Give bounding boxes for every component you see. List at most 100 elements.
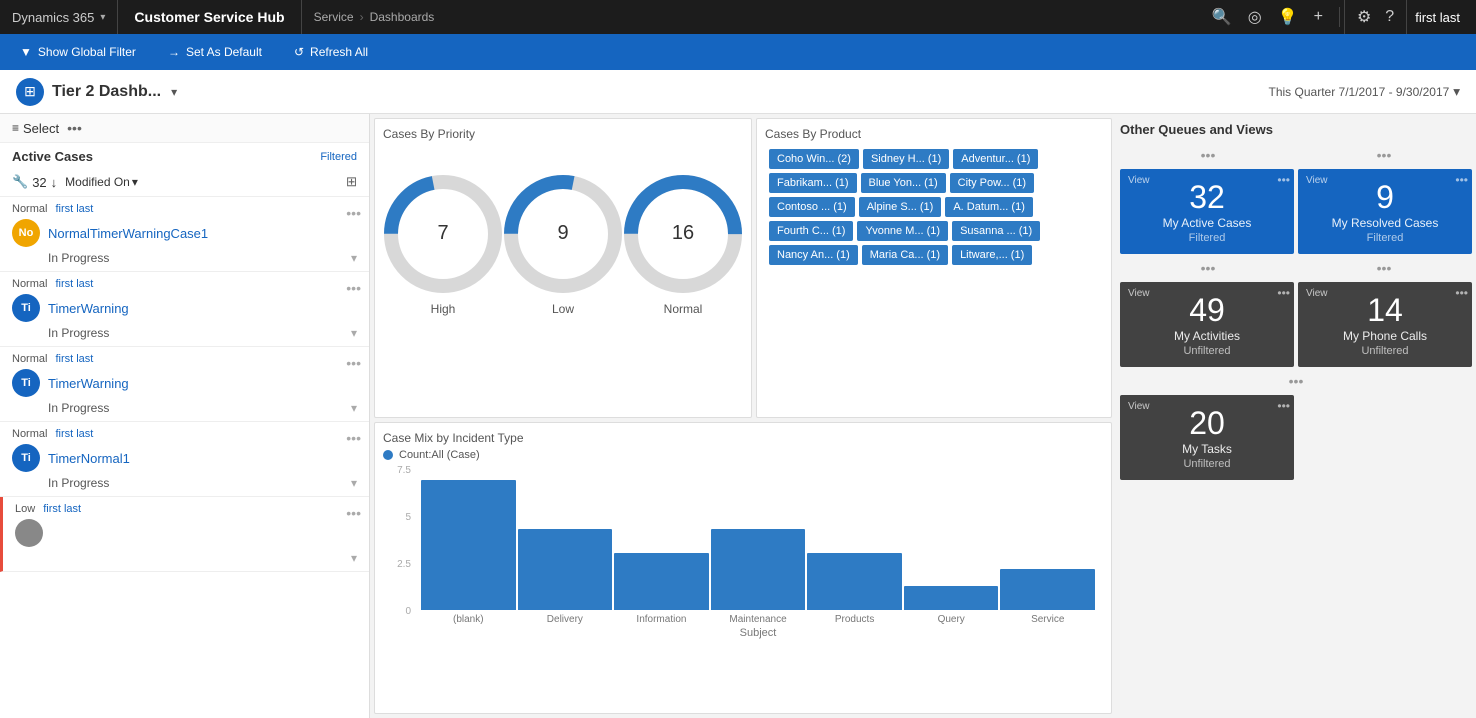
nav-icon-area: 🔍 ◎ 💡 + <box>1200 5 1335 29</box>
case-name[interactable]: TimerWarning <box>48 301 129 316</box>
user-name[interactable]: first last <box>1406 0 1468 34</box>
sort-button[interactable]: Modified On ▾ <box>65 175 138 189</box>
panel-more-button[interactable]: ••• <box>67 120 82 136</box>
product-bubble[interactable]: Fabrikam... (1) <box>769 173 857 193</box>
dots-left-2[interactable]: ••• <box>1201 260 1216 276</box>
case-item[interactable]: Normal first last ••• Ti TimerWarning In… <box>0 272 369 347</box>
dashboard-dropdown-button[interactable]: ▾ <box>169 83 179 101</box>
bar[interactable] <box>614 553 709 610</box>
product-bubble[interactable]: Nancy An... (1) <box>769 245 858 265</box>
queue-card-my-tasks[interactable]: View ••• 20 My Tasks Unfiltered <box>1120 395 1294 480</box>
product-row: Nancy An... (1)Maria Ca... (1)Litware,..… <box>769 245 1099 265</box>
product-bubble[interactable]: Contoso ... (1) <box>769 197 855 217</box>
product-bubble[interactable]: Fourth C... (1) <box>769 221 853 241</box>
case-status: In Progress <box>48 326 109 340</box>
card-more-button[interactable]: ••• <box>1455 286 1468 300</box>
panel-toolbar: ≡ Select ••• <box>0 114 369 143</box>
select-button[interactable]: ≡ Select <box>12 121 59 136</box>
search-button[interactable]: 🔍 <box>1208 5 1236 29</box>
case-avatar: Ti <box>12 294 40 322</box>
nav-button[interactable]: ◎ <box>1244 5 1266 29</box>
case-status-row: In Progress ▾ <box>12 326 357 340</box>
toolbar: ▼ Show Global Filter → Set As Default ↺ … <box>0 34 1476 70</box>
product-bubble[interactable]: Yvonne M... (1) <box>857 221 948 241</box>
bar[interactable] <box>711 529 806 610</box>
breadcrumb-dashboards[interactable]: Dashboards <box>370 10 435 24</box>
bar-x-label: Products <box>835 614 874 625</box>
bar[interactable] <box>421 480 516 610</box>
product-bubble[interactable]: City Pow... (1) <box>950 173 1034 193</box>
bar[interactable] <box>518 529 613 610</box>
brand-area[interactable]: Dynamics 365 ▾ <box>8 0 118 34</box>
bar-chart-area: (blank) Delivery Information Maintenance… <box>413 465 1103 625</box>
case-expand-button[interactable]: ▾ <box>351 401 357 415</box>
bar[interactable] <box>807 553 902 610</box>
refresh-all-button[interactable]: ↺ Refresh All <box>286 41 376 63</box>
date-caret-button[interactable]: ▾ <box>1453 84 1460 100</box>
dots-left[interactable]: ••• <box>1201 147 1216 163</box>
lightbulb-button[interactable]: 💡 <box>1274 5 1302 29</box>
dots-left-3[interactable]: ••• <box>1289 373 1304 389</box>
grid-view-button[interactable]: ⊞ <box>346 174 357 190</box>
card-more-button[interactable]: ••• <box>1455 173 1468 187</box>
breadcrumb-service[interactable]: Service <box>314 10 354 24</box>
card-number: 9 <box>1310 179 1460 216</box>
queue-card-my-phone-calls[interactable]: View ••• 14 My Phone Calls Unfiltered <box>1298 282 1472 367</box>
bar[interactable] <box>1000 569 1095 610</box>
product-bubble[interactable]: A. Datum... (1) <box>945 197 1033 217</box>
case-expand-button[interactable]: ▾ <box>351 551 357 565</box>
case-item[interactable]: Normal first last ••• Ti TimerNormal1 In… <box>0 422 369 497</box>
top-navigation: Dynamics 365 ▾ Customer Service Hub Serv… <box>0 0 1476 34</box>
product-bubble[interactable]: Coho Win... (2) <box>769 149 859 169</box>
dots-right-2[interactable]: ••• <box>1377 260 1392 276</box>
priority-chart-card: Cases By Priority 7 High 9 Low 16 <box>374 118 752 418</box>
product-bubble[interactable]: Adventur... (1) <box>953 149 1038 169</box>
bar-x-label: Query <box>938 614 965 625</box>
active-cases-header: Active Cases Filtered <box>0 143 369 170</box>
product-bubble[interactable]: Litware,... (1) <box>952 245 1032 265</box>
card-more-button[interactable]: ••• <box>1277 399 1290 413</box>
dots-right[interactable]: ••• <box>1377 147 1392 163</box>
case-more-button[interactable]: ••• <box>346 280 361 296</box>
case-item[interactable]: Normal first last ••• Ti TimerWarning In… <box>0 347 369 422</box>
product-bubble[interactable]: Susanna ... (1) <box>952 221 1040 241</box>
case-name[interactable]: TimerWarning <box>48 376 129 391</box>
filter-icon: ▼ <box>20 45 32 59</box>
queue-card-my-resolved-cases[interactable]: View ••• 9 My Resolved Cases Filtered <box>1298 169 1472 254</box>
bar[interactable] <box>904 586 999 610</box>
case-priority: Normal <box>12 203 47 215</box>
case-expand-button[interactable]: ▾ <box>351 476 357 490</box>
product-bubble[interactable]: Sidney H... (1) <box>863 149 949 169</box>
case-name[interactable]: NormalTimerWarningCase1 <box>48 226 208 241</box>
add-button[interactable]: + <box>1310 6 1327 28</box>
settings-button[interactable]: ⚙ <box>1353 5 1375 29</box>
queue-card-my-activities[interactable]: View ••• 49 My Activities Unfiltered <box>1120 282 1294 367</box>
help-button[interactable]: ? <box>1381 6 1398 28</box>
case-meta: Normal first last ••• <box>12 278 357 290</box>
show-global-filter-button[interactable]: ▼ Show Global Filter <box>12 41 144 63</box>
card-more-button[interactable]: ••• <box>1277 173 1290 187</box>
filtered-badge: Filtered <box>320 151 357 163</box>
card-view-label: View <box>1128 288 1150 299</box>
card-label: My Tasks <box>1132 442 1282 456</box>
case-name[interactable]: TimerNormal1 <box>48 451 130 466</box>
case-more-button[interactable]: ••• <box>346 505 361 521</box>
case-more-button[interactable]: ••• <box>346 355 361 371</box>
case-avatar: No <box>12 219 40 247</box>
case-expand-button[interactable]: ▾ <box>351 251 357 265</box>
product-bubble[interactable]: Blue Yon... (1) <box>861 173 946 193</box>
case-item[interactable]: Low first last ••• ▾ <box>0 497 369 572</box>
product-bubble[interactable]: Maria Ca... (1) <box>862 245 948 265</box>
x-axis-title: Subject <box>413 627 1103 639</box>
legend-label: Count:All (Case) <box>399 449 480 461</box>
case-item[interactable]: Normal first last ••• No NormalTimerWarn… <box>0 197 369 272</box>
card-more-button[interactable]: ••• <box>1277 286 1290 300</box>
cases-count-value: 32 <box>32 175 46 190</box>
case-more-button[interactable]: ••• <box>346 205 361 221</box>
set-as-default-button[interactable]: → Set As Default <box>160 41 270 63</box>
queue-card-my-active-cases[interactable]: View ••• 32 My Active Cases Filtered <box>1120 169 1294 254</box>
case-more-button[interactable]: ••• <box>346 430 361 446</box>
card-label: My Phone Calls <box>1310 329 1460 343</box>
product-bubble[interactable]: Alpine S... (1) <box>859 197 942 217</box>
case-expand-button[interactable]: ▾ <box>351 326 357 340</box>
